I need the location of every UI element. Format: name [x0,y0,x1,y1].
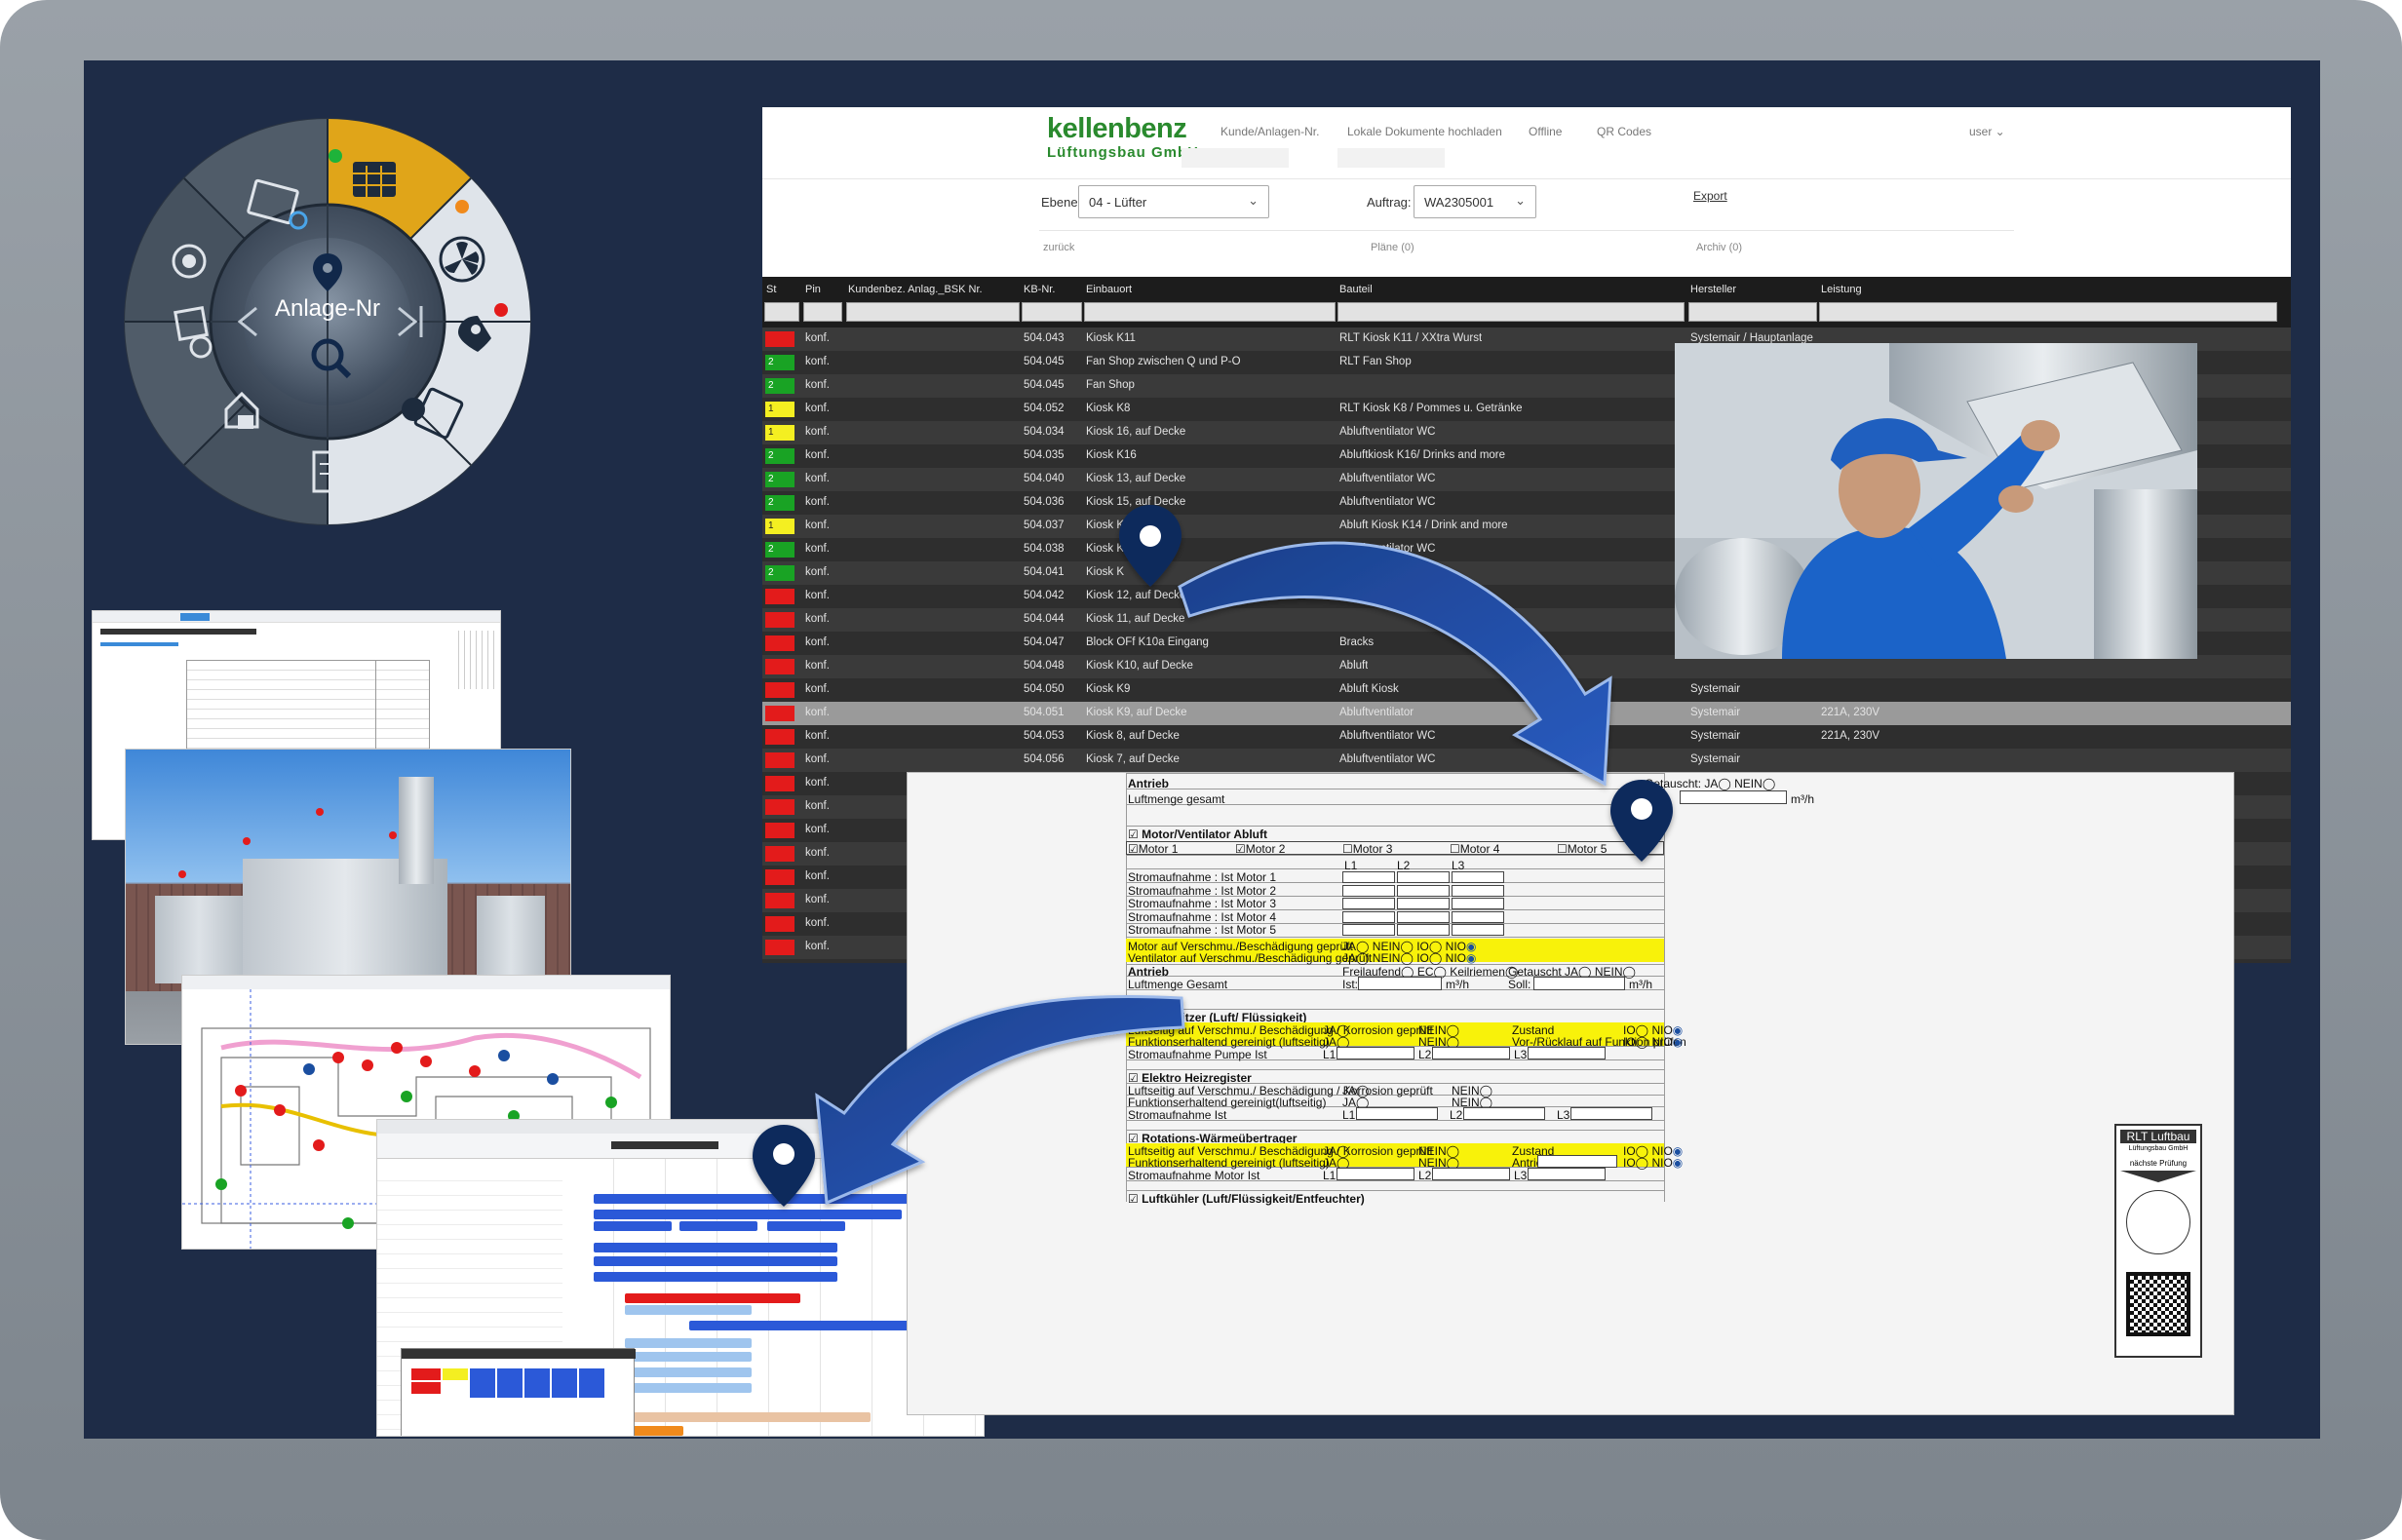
map-pin-icon [1610,780,1673,862]
flow-arrows [753,505,1673,1207]
map-pin-icon [1119,505,1182,587]
map-pin-icon [753,1125,815,1207]
screen: Anlage-Nr kellenbenz Lüftungsbau GmbH Ku… [84,60,2320,1439]
